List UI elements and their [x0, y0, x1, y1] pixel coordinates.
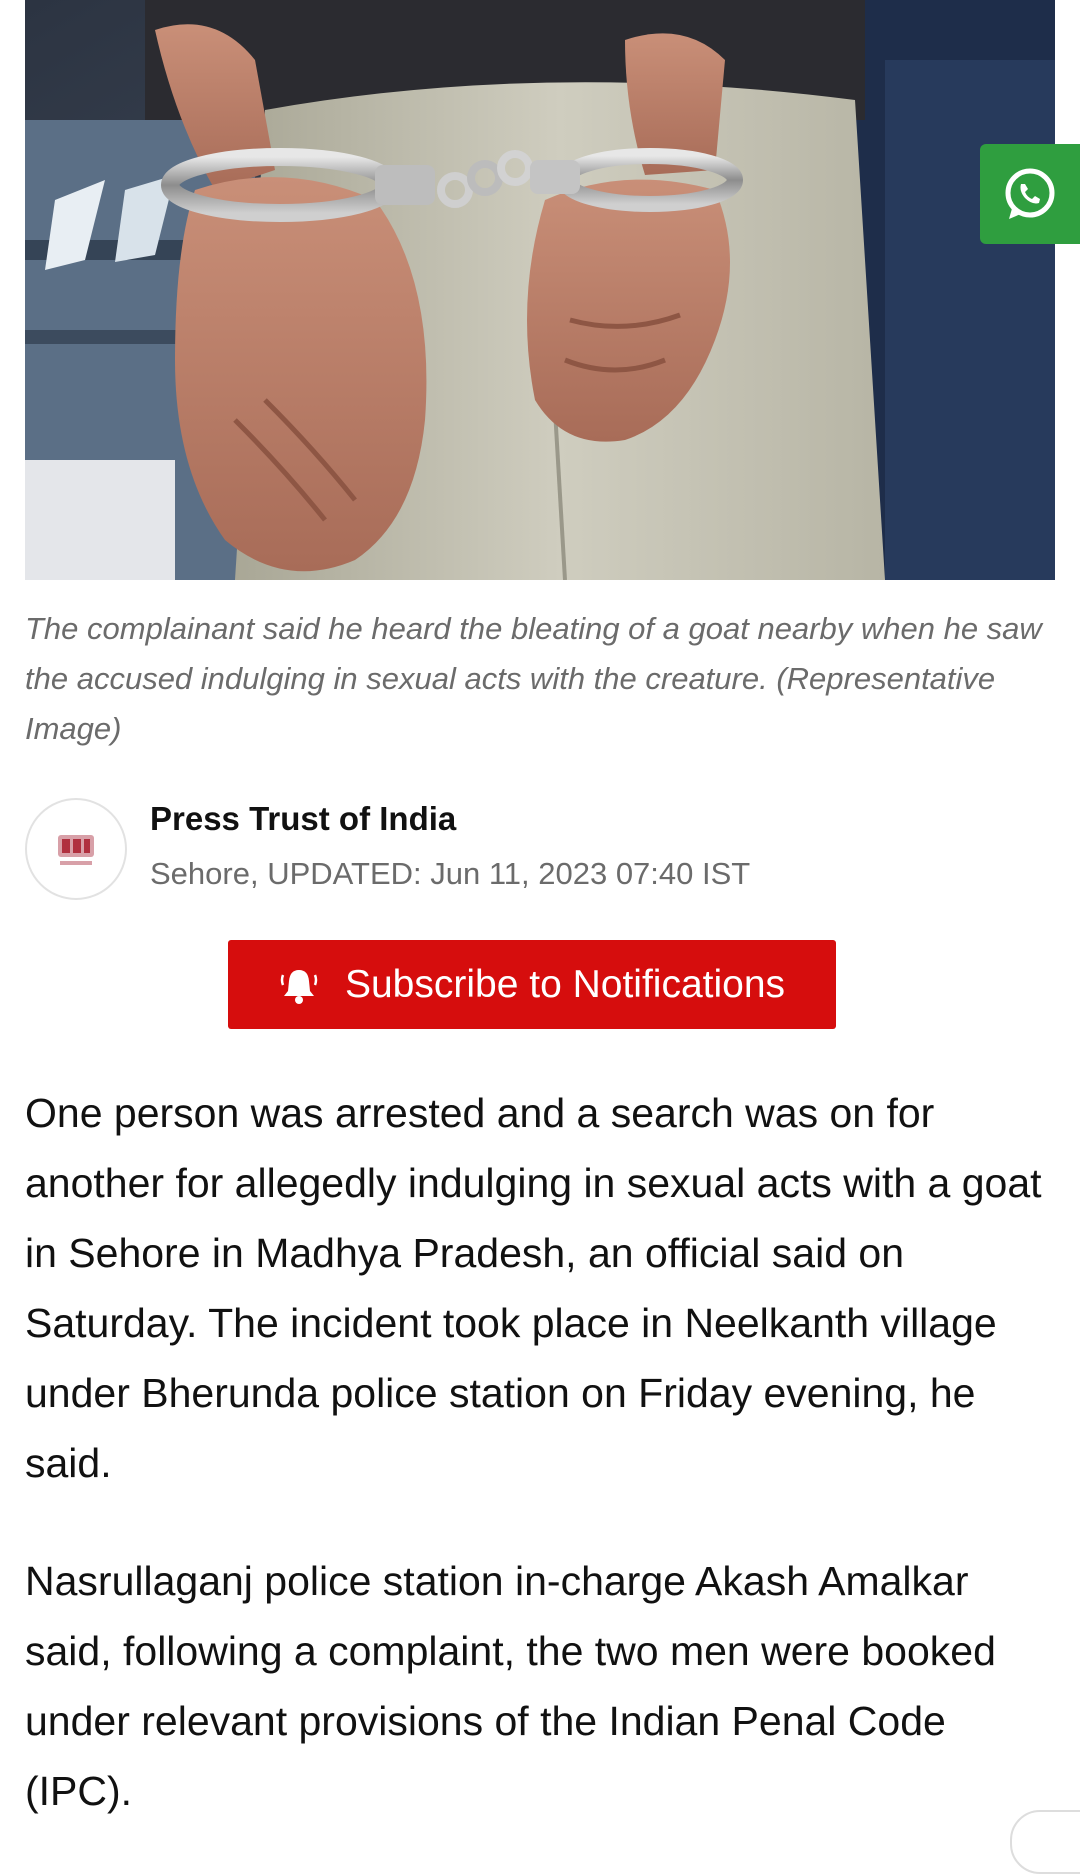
author-name[interactable]: Press Trust of India: [150, 800, 456, 838]
bell-icon: [279, 965, 319, 1005]
byline: Press Trust of India Sehore, UPDATED: Ju…: [25, 798, 1055, 900]
whatsapp-icon: [1005, 168, 1055, 219]
whatsapp-share-button[interactable]: [980, 144, 1080, 244]
subscribe-label: Subscribe to Notifications: [344, 962, 786, 1006]
pti-logo: [58, 835, 94, 865]
dateline: Sehore, UPDATED: Jun 11, 2023 07:40 IST: [150, 856, 751, 891]
image-caption: The complainant said he heard the bleati…: [25, 611, 1042, 746]
article-paragraph: One person was arrested and a search was…: [25, 1090, 1042, 1486]
floating-widget[interactable]: [1010, 1810, 1080, 1874]
hero-image: [25, 0, 1055, 580]
subscribe-notifications-button[interactable]: Subscribe to Notifications: [228, 940, 836, 1029]
article-paragraph: Nasrullaganj police station in-charge Ak…: [25, 1558, 996, 1814]
author-avatar[interactable]: [25, 798, 127, 900]
